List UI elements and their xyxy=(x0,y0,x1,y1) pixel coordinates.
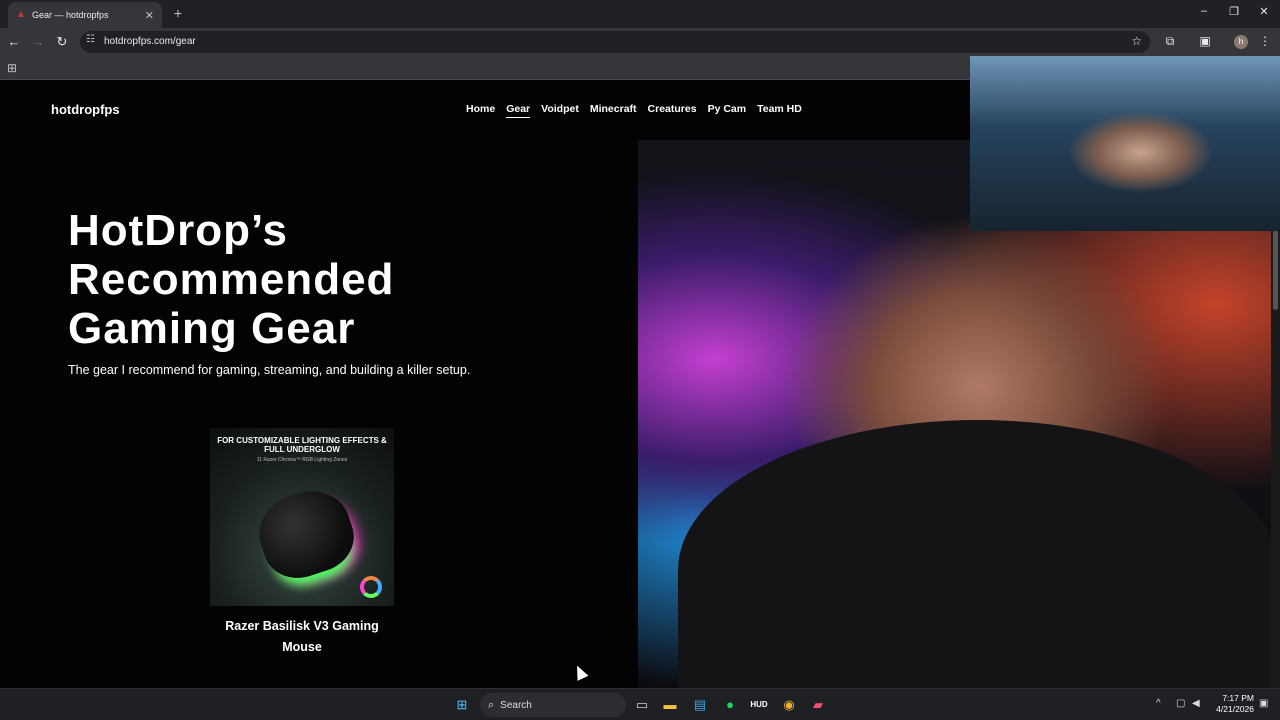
streaming-app-icon[interactable]: ▰ xyxy=(808,695,828,715)
taskbar-search-label: Search xyxy=(500,699,532,711)
nav-voidpet[interactable]: Voidpet xyxy=(541,103,579,118)
profile-avatar[interactable]: h xyxy=(1234,35,1248,49)
nav-home[interactable]: Home xyxy=(466,103,495,118)
reload-button[interactable]: ↻ xyxy=(54,34,70,50)
site-info-icon[interactable]: ☷ xyxy=(86,34,95,45)
nav-gear[interactable]: Gear xyxy=(506,103,531,118)
hud-fx-icon[interactable]: HUD xyxy=(749,695,769,715)
task-view-icon[interactable]: ▭ xyxy=(632,695,652,715)
bookmark-star-icon[interactable]: ☆ xyxy=(1131,34,1142,48)
close-window-button[interactable]: ✕ xyxy=(1254,5,1274,18)
browser-toolbar: ← → ↻ ☷ hotdropfps.com/gear ☆ ⧉ ▣ ⋮ xyxy=(0,28,1280,56)
gaming-mouse-graphic xyxy=(249,480,363,588)
product-name[interactable]: Razer Basilisk V3 Gaming Mouse xyxy=(210,616,394,658)
notepad-icon[interactable]: ▤ xyxy=(690,695,710,715)
apps-grid-icon[interactable]: ⊞ xyxy=(7,61,17,75)
site-favicon-icon: ▲ xyxy=(16,9,26,20)
page-title: HotDrop’s Recommended Gaming Gear xyxy=(68,206,395,353)
system-clock[interactable]: 7:17 PM 4/21/2026 xyxy=(1208,693,1254,715)
taskbar: ⊞ ⌕ Search ▭ ▬ ▤ ● HUD ◉ ▰ ^ ▢ ◀ 7:17 PM… xyxy=(0,688,1280,720)
back-button[interactable]: ← xyxy=(6,34,22,50)
color-wheel-icon xyxy=(360,576,382,598)
search-icon: ⌕ xyxy=(488,698,495,711)
clock-date: 4/21/2026 xyxy=(1216,704,1254,714)
site-logo[interactable]: hotdropfps xyxy=(51,102,120,117)
notifications-icon[interactable]: ▣ xyxy=(1259,698,1268,709)
scrollbar-thumb[interactable] xyxy=(1273,230,1278,310)
taskbar-search[interactable]: ⌕ Search xyxy=(480,693,626,717)
nav-creatures[interactable]: Creatures xyxy=(648,103,697,118)
product-image-subcaption: 11 Razer Chroma™ RGB Lighting Zones xyxy=(256,457,348,463)
start-windows-icon[interactable]: ⊞ xyxy=(452,695,472,715)
nav-minecraft[interactable]: Minecraft xyxy=(590,103,637,118)
browser-tab-bar: ▲ Gear — hotdropfps ✕ + – ❐ ✕ xyxy=(0,0,1280,28)
spotify-icon[interactable]: ● xyxy=(720,695,740,715)
maximize-button[interactable]: ❐ xyxy=(1224,5,1244,18)
page-subtitle: The gear I recommend for gaming, streami… xyxy=(68,363,471,377)
clock-time: 7:17 PM xyxy=(1222,693,1254,703)
webcam-overlay xyxy=(970,56,1280,231)
browser-tab[interactable]: ▲ Gear — hotdropfps ✕ xyxy=(8,2,162,28)
network-icon[interactable]: ▢ xyxy=(1176,698,1185,709)
show-hidden-icons-icon[interactable]: ^ xyxy=(1156,698,1161,709)
volume-icon[interactable]: ◀ xyxy=(1192,698,1200,709)
address-bar[interactable]: ☷ hotdropfps.com/gear ☆ xyxy=(80,31,1150,53)
mouse-cursor xyxy=(571,663,589,681)
menu-kebab-icon[interactable]: ⋮ xyxy=(1257,34,1273,48)
minimize-button[interactable]: – xyxy=(1194,5,1214,17)
nav-py-cam[interactable]: Py Cam xyxy=(708,103,747,118)
chrome-icon[interactable]: ◉ xyxy=(779,695,799,715)
close-tab-icon[interactable]: ✕ xyxy=(145,9,154,22)
product-image-caption: FOR CUSTOMIZABLE LIGHTING EFFECTS & FULL… xyxy=(217,436,387,454)
tab-title: Gear — hotdropfps xyxy=(32,10,109,20)
new-tab-button[interactable]: + xyxy=(170,5,186,21)
product-image[interactable]: FOR CUSTOMIZABLE LIGHTING EFFECTS & FULL… xyxy=(210,428,394,606)
hero-photo-hoodie xyxy=(678,420,1278,720)
forward-button[interactable]: → xyxy=(30,34,46,50)
tab-search-icon[interactable]: ▣ xyxy=(1197,34,1213,48)
nav-team-hd[interactable]: Team HD xyxy=(757,103,802,118)
site-nav: Home Gear Voidpet Minecraft Creatures Py… xyxy=(466,103,802,118)
extensions-icon[interactable]: ⧉ xyxy=(1162,34,1178,49)
url-text: hotdropfps.com/gear xyxy=(104,36,196,47)
file-explorer-icon[interactable]: ▬ xyxy=(660,695,680,715)
